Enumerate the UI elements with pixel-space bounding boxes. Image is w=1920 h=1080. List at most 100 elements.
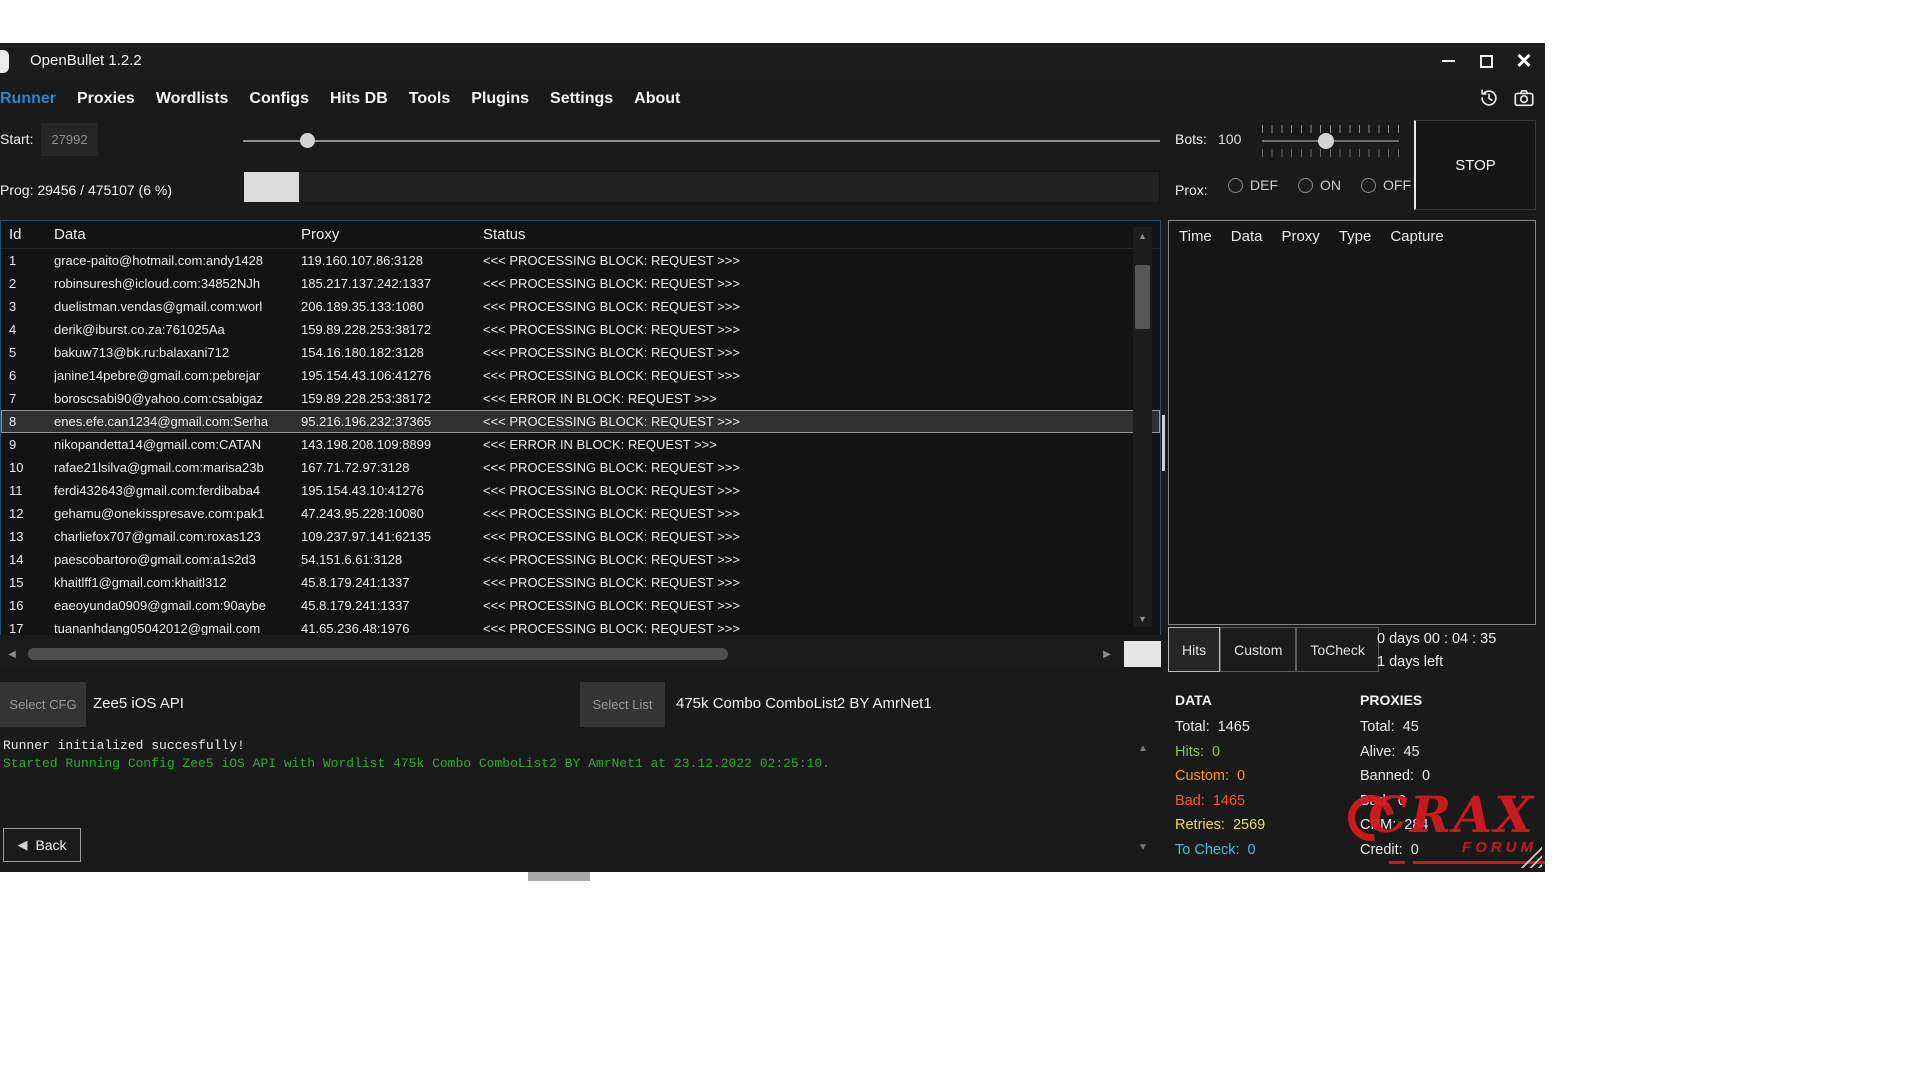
log-scroll-down-icon[interactable]: ▼ xyxy=(1138,842,1148,853)
prox-option-on[interactable]: ON xyxy=(1298,177,1341,193)
capture-column-time[interactable]: Time xyxy=(1179,228,1212,245)
menu-item-wordlists[interactable]: Wordlists xyxy=(156,90,229,108)
log-scroll-up-icon[interactable]: ▲ xyxy=(1138,743,1148,754)
cell-proxy: 159.89.228.253:38172 xyxy=(301,391,483,406)
scrollbar-corner xyxy=(1124,641,1161,667)
cell-data: eaeoyunda0909@gmail.com:90aybe xyxy=(54,598,301,613)
menu-item-proxies[interactable]: Proxies xyxy=(77,90,135,108)
prox-option-off[interactable]: OFF xyxy=(1361,177,1411,193)
scroll-right-icon[interactable]: ▶ xyxy=(1097,641,1117,667)
result-row[interactable]: 6janine14pebre@gmail.com:pebrejar195.154… xyxy=(1,364,1160,387)
progress-bar xyxy=(243,171,1160,203)
cell-data: janine14pebre@gmail.com:pebrejar xyxy=(54,368,301,383)
cell-data: khaitlff1@gmail.com:khaitl312 xyxy=(54,575,301,590)
maximize-button[interactable] xyxy=(1471,46,1501,76)
results-table: IdDataProxyStatus 1grace-paito@hotmail.c… xyxy=(0,220,1161,635)
result-row[interactable]: 3duelistman.vendas@gmail.com:worl206.189… xyxy=(1,295,1160,318)
bots-slider-handle[interactable] xyxy=(1318,133,1334,149)
tab-hits[interactable]: Hits xyxy=(1168,627,1220,672)
result-row[interactable]: 14paescobartoro@gmail.com:a1s2d354.151.6… xyxy=(1,548,1160,571)
cell-id: 2 xyxy=(9,276,54,291)
column-header-id[interactable]: Id xyxy=(9,226,54,243)
result-row[interactable]: 13charliefox707@gmail.com:roxas123109.23… xyxy=(1,525,1160,548)
horizontal-scrollbar-thumb[interactable] xyxy=(28,648,728,660)
cell-data: tuananhdang05042012@gmail.com xyxy=(54,621,301,635)
select-cfg-label: Select CFG xyxy=(9,697,76,712)
stat-value: 1465 xyxy=(1213,793,1245,809)
cell-data: duelistman.vendas@gmail.com:worl xyxy=(54,299,301,314)
result-row[interactable]: 12gehamu@onekisspresave.com:pak147.243.9… xyxy=(1,502,1160,525)
column-header-proxy[interactable]: Proxy xyxy=(301,226,483,243)
result-row[interactable]: 9nikopandetta14@gmail.com:CATAN143.198.2… xyxy=(1,433,1160,456)
menu-item-hits-db[interactable]: Hits DB xyxy=(330,90,388,108)
capture-column-data[interactable]: Data xyxy=(1231,228,1263,245)
app-logo-icon xyxy=(0,50,9,73)
minimize-icon xyxy=(1442,60,1455,62)
start-label: Start: xyxy=(0,131,33,147)
stop-button[interactable]: STOP xyxy=(1414,120,1536,210)
result-row[interactable]: 15khaitlff1@gmail.com:khaitl31245.8.179.… xyxy=(1,571,1160,594)
cell-proxy: 54.151.6.61:3128 xyxy=(301,552,483,567)
stat-label: Bad: xyxy=(1175,793,1205,809)
back-arrow-icon: ◀ xyxy=(17,837,27,853)
result-row[interactable]: 17tuananhdang05042012@gmail.com41.65.236… xyxy=(1,617,1160,635)
result-row[interactable]: 4derik@iburst.co.za:761025Aa159.89.228.2… xyxy=(1,318,1160,341)
menu-item-configs[interactable]: Configs xyxy=(249,90,309,108)
history-icon-button[interactable] xyxy=(1476,85,1502,111)
result-row[interactable]: 1grace-paito@hotmail.com:andy1428119.160… xyxy=(1,249,1160,272)
result-row[interactable]: 8enes.efe.can1234@gmail.com:Serha95.216.… xyxy=(1,410,1160,433)
stats-proxies: PROXIESTotal:45Alive:45Banned:0Bad:0CPM:… xyxy=(1360,692,1430,862)
select-list-button[interactable]: Select List xyxy=(580,682,665,727)
column-header-status[interactable]: Status xyxy=(483,226,1160,243)
cell-proxy: 109.237.97.141:62135 xyxy=(301,529,483,544)
start-slider[interactable] xyxy=(243,132,1160,150)
tab-custom[interactable]: Custom xyxy=(1220,627,1296,672)
prox-option-def[interactable]: DEF xyxy=(1228,177,1278,193)
scroll-left-icon[interactable]: ◀ xyxy=(2,641,22,667)
menu-item-settings[interactable]: Settings xyxy=(550,90,613,108)
cell-status: <<< PROCESSING BLOCK: REQUEST >>> xyxy=(483,299,1160,314)
screenshot-icon-button[interactable] xyxy=(1511,85,1537,111)
menu-item-about[interactable]: About xyxy=(634,90,680,108)
result-row[interactable]: 16eaeoyunda0909@gmail.com:90aybe45.8.179… xyxy=(1,594,1160,617)
column-header-data[interactable]: Data xyxy=(54,226,301,243)
scroll-down-icon[interactable]: ▼ xyxy=(1133,610,1152,627)
cell-status: <<< PROCESSING BLOCK: REQUEST >>> xyxy=(483,368,1160,383)
menu-item-plugins[interactable]: Plugins xyxy=(471,90,529,108)
result-row[interactable]: 2robinsuresh@icloud.com:34852NJh185.217.… xyxy=(1,272,1160,295)
bots-slider[interactable] xyxy=(1262,125,1399,157)
menu-item-tools[interactable]: Tools xyxy=(409,90,450,108)
title-bar[interactable]: OpenBullet 1.2.2 × xyxy=(0,43,1545,80)
stats-proxies-title: PROXIES xyxy=(1360,692,1430,708)
minimize-button[interactable] xyxy=(1433,46,1463,76)
cell-proxy: 95.216.196.232:37365 xyxy=(301,414,483,429)
result-row[interactable]: 5bakuw713@bk.ru:balaxani712154.16.180.18… xyxy=(1,341,1160,364)
panel-splitter[interactable] xyxy=(1162,415,1165,471)
tab-tocheck[interactable]: ToCheck xyxy=(1296,627,1378,672)
elapsed-time: 0 days 00 : 04 : 35 xyxy=(1377,628,1496,651)
capture-column-capture[interactable]: Capture xyxy=(1390,228,1443,245)
radio-circle-icon xyxy=(1298,178,1313,193)
start-input[interactable] xyxy=(41,123,98,156)
cell-status: <<< PROCESSING BLOCK: REQUEST >>> xyxy=(483,552,1160,567)
capture-column-proxy[interactable]: Proxy xyxy=(1281,228,1319,245)
result-row[interactable]: 7boroscsabi90@yahoo.com:csabigaz159.89.2… xyxy=(1,387,1160,410)
result-row[interactable]: 11ferdi432643@gmail.com:ferdibaba4195.15… xyxy=(1,479,1160,502)
start-slider-handle[interactable] xyxy=(300,133,315,148)
back-button[interactable]: ◀ Back xyxy=(3,828,81,862)
select-cfg-button[interactable]: Select CFG xyxy=(0,682,86,727)
stat-label: Banned: xyxy=(1360,768,1414,784)
cell-proxy: 167.71.72.97:3128 xyxy=(301,460,483,475)
resize-grip[interactable] xyxy=(1520,846,1542,868)
vertical-scrollbar[interactable]: ▲ ▼ xyxy=(1133,227,1152,627)
menu-item-runner[interactable]: Runner xyxy=(0,90,56,108)
cell-data: charliefox707@gmail.com:roxas123 xyxy=(54,529,301,544)
horizontal-scrollbar[interactable]: ◀ ▶ xyxy=(0,641,1161,667)
stop-button-label: STOP xyxy=(1455,157,1496,174)
prox-option-label: DEF xyxy=(1250,177,1278,193)
scroll-up-icon[interactable]: ▲ xyxy=(1133,227,1152,244)
close-button[interactable]: × xyxy=(1509,46,1539,76)
vertical-scrollbar-thumb[interactable] xyxy=(1135,265,1150,329)
capture-column-type[interactable]: Type xyxy=(1339,228,1372,245)
result-row[interactable]: 10rafae21lsilva@gmail.com:marisa23b167.7… xyxy=(1,456,1160,479)
